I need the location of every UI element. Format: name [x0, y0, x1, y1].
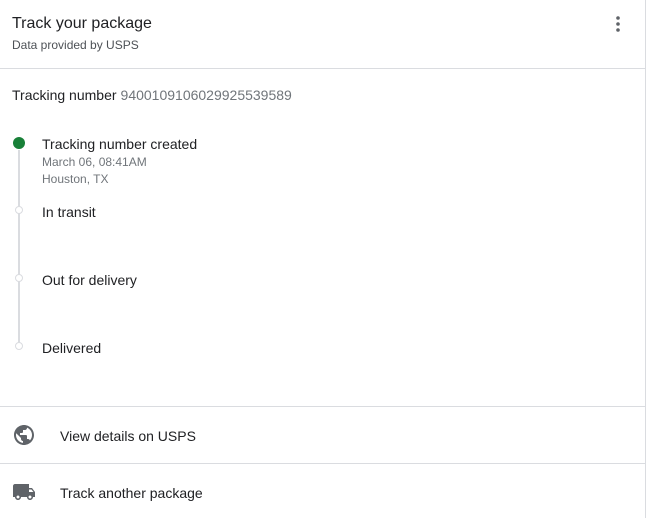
card-title: Track your package — [12, 15, 152, 32]
timeline-line — [18, 150, 20, 346]
more-vert-icon — [616, 16, 620, 32]
timeline-dot-pending — [15, 206, 23, 214]
timeline-step-location: Houston, TX — [42, 172, 109, 186]
timeline-dot-completed — [13, 137, 25, 149]
timeline-step-title: Tracking number created — [42, 136, 198, 152]
package-tracking-card: Track your package Data provided by USPS… — [0, 0, 646, 518]
track-another-package-button[interactable]: Track another package — [0, 463, 646, 520]
view-details-label: View details on USPS — [60, 428, 196, 444]
tracking-number-value: 9400109106029925539589 — [120, 87, 292, 103]
card-header: Track your package Data provided by USPS — [0, 0, 646, 69]
timeline-dot-pending — [15, 274, 23, 282]
more-options-button[interactable] — [604, 10, 632, 38]
data-source-label: Data provided by USPS — [12, 38, 139, 52]
timeline-step-title: Out for delivery — [42, 272, 137, 288]
timeline-dot-pending — [15, 342, 23, 350]
timeline-step-title: In transit — [42, 204, 96, 220]
timeline-step-date: March 06, 08:41AM — [42, 155, 147, 169]
truck-icon — [13, 484, 35, 500]
globe-icon — [14, 425, 34, 445]
timeline-step-title: Delivered — [42, 340, 102, 356]
view-details-usps-button[interactable]: View details on USPS — [0, 406, 646, 463]
tracking-number-label: Tracking number — [12, 87, 117, 103]
track-another-label: Track another package — [60, 485, 203, 501]
tracking-number-row: Tracking number 9400109106029925539589 — [12, 87, 292, 103]
